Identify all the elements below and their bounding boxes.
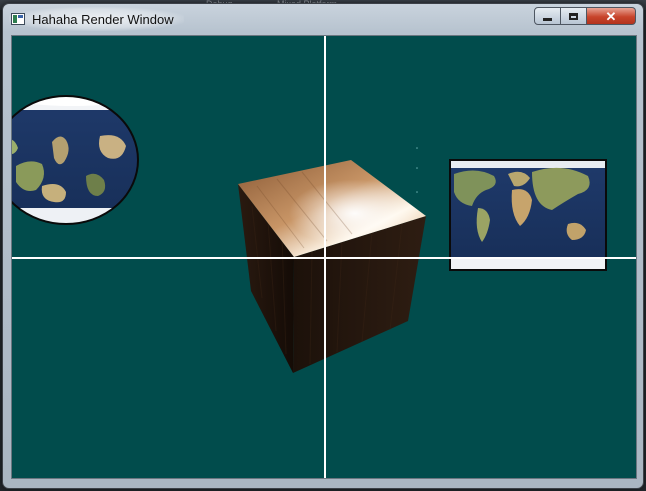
- render-window: Hahaha Render Window ✕: [2, 3, 644, 489]
- minimize-icon: [543, 17, 552, 21]
- earth-map-rect: [449, 159, 607, 271]
- title-bar[interactable]: Hahaha Render Window ✕: [3, 4, 643, 36]
- maximize-button[interactable]: [561, 7, 587, 25]
- app-icon[interactable]: [11, 13, 25, 25]
- wooden-cube: [238, 160, 426, 373]
- maximize-icon: [569, 12, 578, 20]
- window-title: Hahaha Render Window: [32, 12, 174, 27]
- close-icon: ✕: [605, 8, 617, 24]
- earth-ellipse: [12, 95, 139, 225]
- minimize-button[interactable]: [534, 7, 561, 25]
- close-button[interactable]: ✕: [587, 7, 636, 25]
- render-viewport[interactable]: [11, 35, 637, 479]
- scene-canvas: [12, 36, 636, 478]
